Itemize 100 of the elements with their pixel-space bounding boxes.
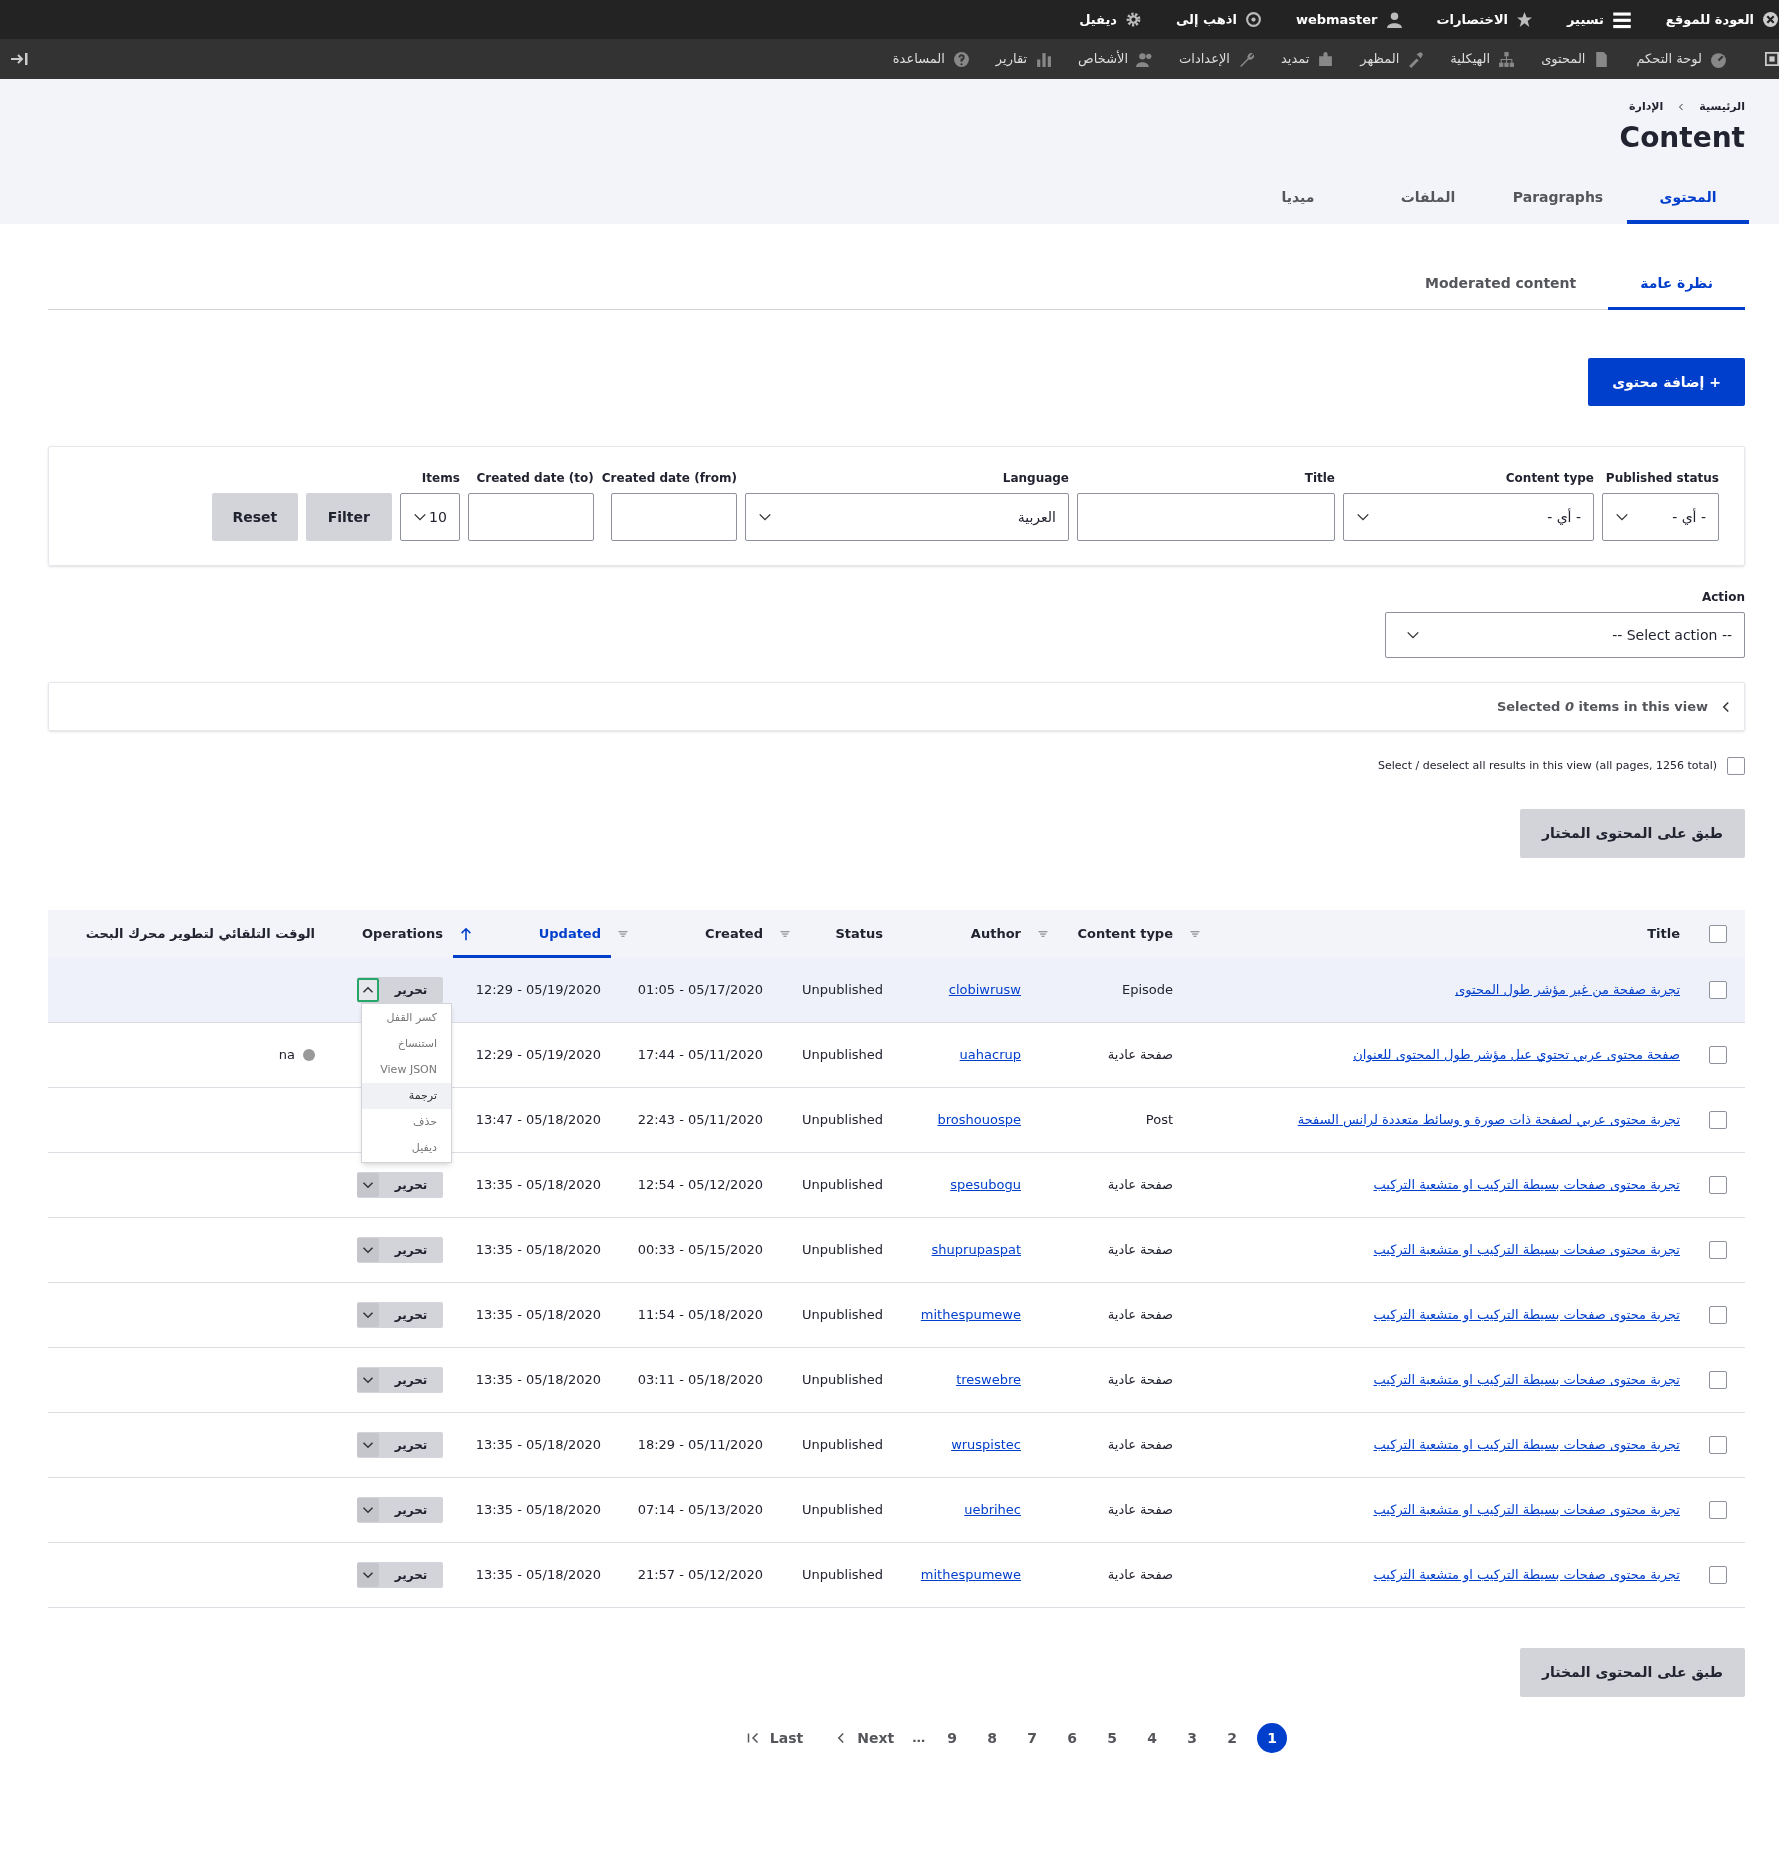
checkbox[interactable] <box>1708 925 1727 943</box>
title-link[interactable]: تجربة محتوى صفحات بسيطة التركيب او متشعبة التركيب <box>1373 1305 1680 1325</box>
author-link[interactable]: uebrihec <box>964 1500 1021 1520</box>
tab[interactable]: Moderated content <box>1393 260 1609 310</box>
toggle-button[interactable] <box>357 1173 379 1197</box>
toggle-button[interactable] <box>357 1238 379 1262</box>
toolbar-menu-item[interactable]: المظهر <box>1360 49 1425 69</box>
toolbar-menu-item[interactable]: تمديد <box>1280 49 1335 69</box>
author-link[interactable]: spesubogu <box>950 1175 1021 1195</box>
tab[interactable]: المحتوى <box>1627 174 1749 224</box>
tab[interactable]: Paragraphs <box>1497 174 1619 224</box>
checkbox[interactable] <box>1708 1501 1727 1519</box>
page-link[interactable]: 9 <box>937 1723 968 1753</box>
page-link[interactable]: 2 <box>1217 1723 1248 1753</box>
toggle-button[interactable] <box>357 1368 379 1392</box>
tab[interactable]: نظرة عامة <box>1608 260 1745 310</box>
title-link[interactable]: تجربة محتوى صفحات بسيطة التركيب او متشعبة التركيب <box>1373 1175 1680 1195</box>
toggle-button[interactable] <box>357 1498 379 1522</box>
menu-item[interactable]: استنساخ <box>362 1031 451 1057</box>
checkbox[interactable] <box>1708 1371 1727 1389</box>
author-link[interactable]: mithespumewe <box>920 1305 1021 1325</box>
column-header[interactable]: Status <box>835 924 883 944</box>
title-link[interactable]: تجربة محتوى صفحات بسيطة التركيب او متشعبة التركيب <box>1373 1500 1680 1520</box>
checkbox[interactable] <box>1708 1566 1727 1584</box>
column-header[interactable]: Updated <box>538 924 601 944</box>
toolbar-menu-item[interactable]: الهيكلية <box>1450 49 1516 69</box>
tab[interactable]: ميديا <box>1237 174 1359 224</box>
column-header[interactable]: Created <box>705 924 763 944</box>
add-content-button[interactable]: + إضافة محتوى <box>1588 358 1745 406</box>
edit-dropbutton[interactable]: تحرير <box>357 1432 443 1458</box>
checkbox[interactable] <box>1708 1176 1727 1194</box>
checkbox[interactable] <box>1708 1046 1727 1064</box>
toggle-button[interactable] <box>357 1303 379 1327</box>
toggle-button[interactable] <box>357 978 379 1002</box>
title-link[interactable]: تجربة محتوى صفحات بسيطة التركيب او متشعبة التركيب <box>1373 1240 1680 1260</box>
menu-item[interactable]: View JSON <box>362 1057 451 1083</box>
last-link[interactable]: Last <box>745 1727 804 1749</box>
filter-button[interactable]: Reset <box>211 493 298 541</box>
toolbar-menu-item[interactable]: المساعدة <box>892 49 970 69</box>
page-link[interactable]: 1 <box>1257 1723 1288 1753</box>
select-field[interactable]: العربية <box>745 493 1069 541</box>
author-link[interactable]: uahacrup <box>959 1045 1021 1065</box>
select-field[interactable]: - أي - <box>1602 493 1719 541</box>
collapse-icon[interactable] <box>10 51 30 67</box>
toggle-button[interactable] <box>357 1563 379 1587</box>
author-link[interactable]: shuprupaspat <box>931 1240 1021 1260</box>
text-field[interactable] <box>467 493 594 541</box>
title-link[interactable]: تجربة صفحة من غير مؤشر طول المحتوى <box>1455 980 1680 1000</box>
author-link[interactable]: treswebre <box>956 1370 1021 1390</box>
toolbar-item[interactable]: ديفيل <box>1079 0 1142 39</box>
author-link[interactable]: mithespumewe <box>920 1565 1021 1585</box>
title-link[interactable]: صفحة محتوى عربي تحتوي عىل مؤشر طول المحتوى للعنوان <box>1353 1045 1680 1065</box>
menu-item[interactable]: حذف <box>362 1109 451 1135</box>
page-link[interactable]: 6 <box>1057 1723 1088 1753</box>
select-field[interactable]: - أي - <box>1343 493 1594 541</box>
edit-dropbutton[interactable]: تحرير <box>357 1497 443 1523</box>
page-link[interactable]: 4 <box>1137 1723 1168 1753</box>
page-link[interactable]: 7 <box>1017 1723 1048 1753</box>
text-field[interactable] <box>611 493 737 541</box>
checkbox[interactable] <box>1708 1306 1727 1324</box>
checkbox[interactable] <box>1708 981 1727 999</box>
author-link[interactable]: broshouospe <box>937 1110 1021 1130</box>
page-link[interactable]: 5 <box>1097 1723 1128 1753</box>
edit-dropbutton[interactable]: تحرير <box>357 1172 443 1198</box>
apply-button[interactable]: طبق على المحتوى المختار <box>1520 809 1745 858</box>
column-header[interactable]: Title <box>1647 924 1680 944</box>
toolbar-menu-item[interactable]: الأشخاص <box>1078 49 1154 69</box>
title-link[interactable]: تجربة محتوى صفحات بسيطة التركيب او متشعبة التركيب <box>1373 1565 1680 1585</box>
text-field[interactable] <box>1077 493 1335 541</box>
edit-dropbutton[interactable]: تحرير <box>357 1562 443 1588</box>
checkbox[interactable] <box>1708 1111 1727 1129</box>
action-select[interactable]: -- Select action -- <box>1385 612 1745 658</box>
edit-dropbutton[interactable]: تحرير <box>357 977 443 1003</box>
page-link[interactable]: 3 <box>1177 1723 1208 1753</box>
tab[interactable]: الملفات <box>1367 174 1489 224</box>
checkbox[interactable] <box>1708 1241 1727 1259</box>
filter-button[interactable]: Filter <box>305 493 392 541</box>
edit-dropbutton[interactable]: تحرير <box>357 1237 443 1263</box>
author-link[interactable]: clobiwrusw <box>948 980 1021 1000</box>
toolbar-menu-item[interactable]: لوحة التحكم <box>1636 49 1727 69</box>
breadcrumb-link[interactable]: الإدارة <box>1629 99 1664 116</box>
toggle-button[interactable] <box>357 1433 379 1457</box>
edit-dropbutton[interactable]: تحرير <box>357 1302 443 1328</box>
toolbar-item[interactable]: اذهب إلى <box>1175 0 1262 39</box>
page-link[interactable]: 8 <box>977 1723 1008 1753</box>
title-link[interactable]: تجربة محتوى عربي لصفحة ذات صورة و وسائط متعددة لرانس السفحة <box>1297 1110 1680 1130</box>
toolbar-menu-item[interactable]: المحتوى <box>1541 49 1611 69</box>
title-link[interactable]: تجربة محتوى صفحات بسيطة التركيب او متشعبة التركيب <box>1373 1435 1680 1455</box>
next-link[interactable]: Next <box>835 1727 895 1749</box>
title-link[interactable]: تجربة محتوى صفحات بسيطة التركيب او متشعبة التركيب <box>1373 1370 1680 1390</box>
toolbar-menu-item[interactable]: الإعدادات <box>1179 49 1255 69</box>
selection-panel[interactable]: Selected 0 items in this view <box>48 682 1745 731</box>
checkbox[interactable] <box>1708 1436 1727 1454</box>
toolbar-item[interactable]: webmaster <box>1295 0 1403 39</box>
select-field[interactable]: 10 <box>399 493 460 541</box>
toolbar-menu-item[interactable]: تقارير <box>995 49 1053 69</box>
toolbar-item[interactable]: العودة للموقع <box>1665 0 1779 39</box>
edit-dropbutton[interactable]: تحرير <box>357 1367 443 1393</box>
apply-button[interactable]: طبق على المحتوى المختار <box>1520 1648 1745 1697</box>
checkbox[interactable] <box>1727 757 1745 775</box>
